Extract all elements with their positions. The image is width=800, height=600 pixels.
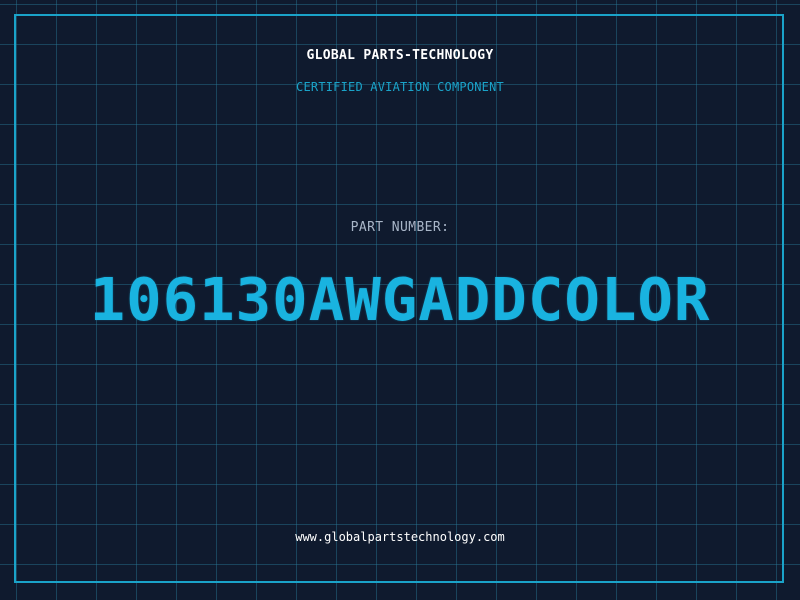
part-number-value: 106130AWGADDCOLOR [89,265,711,334]
part-number-label: PART NUMBER: [350,220,450,235]
company-name: GLOBAL PARTS-TECHNOLOGY [306,48,494,63]
certification-subtitle: CERTIFIED AVIATION COMPONENT [296,80,504,94]
website-url: www.globalpartstechnology.com [295,530,505,544]
